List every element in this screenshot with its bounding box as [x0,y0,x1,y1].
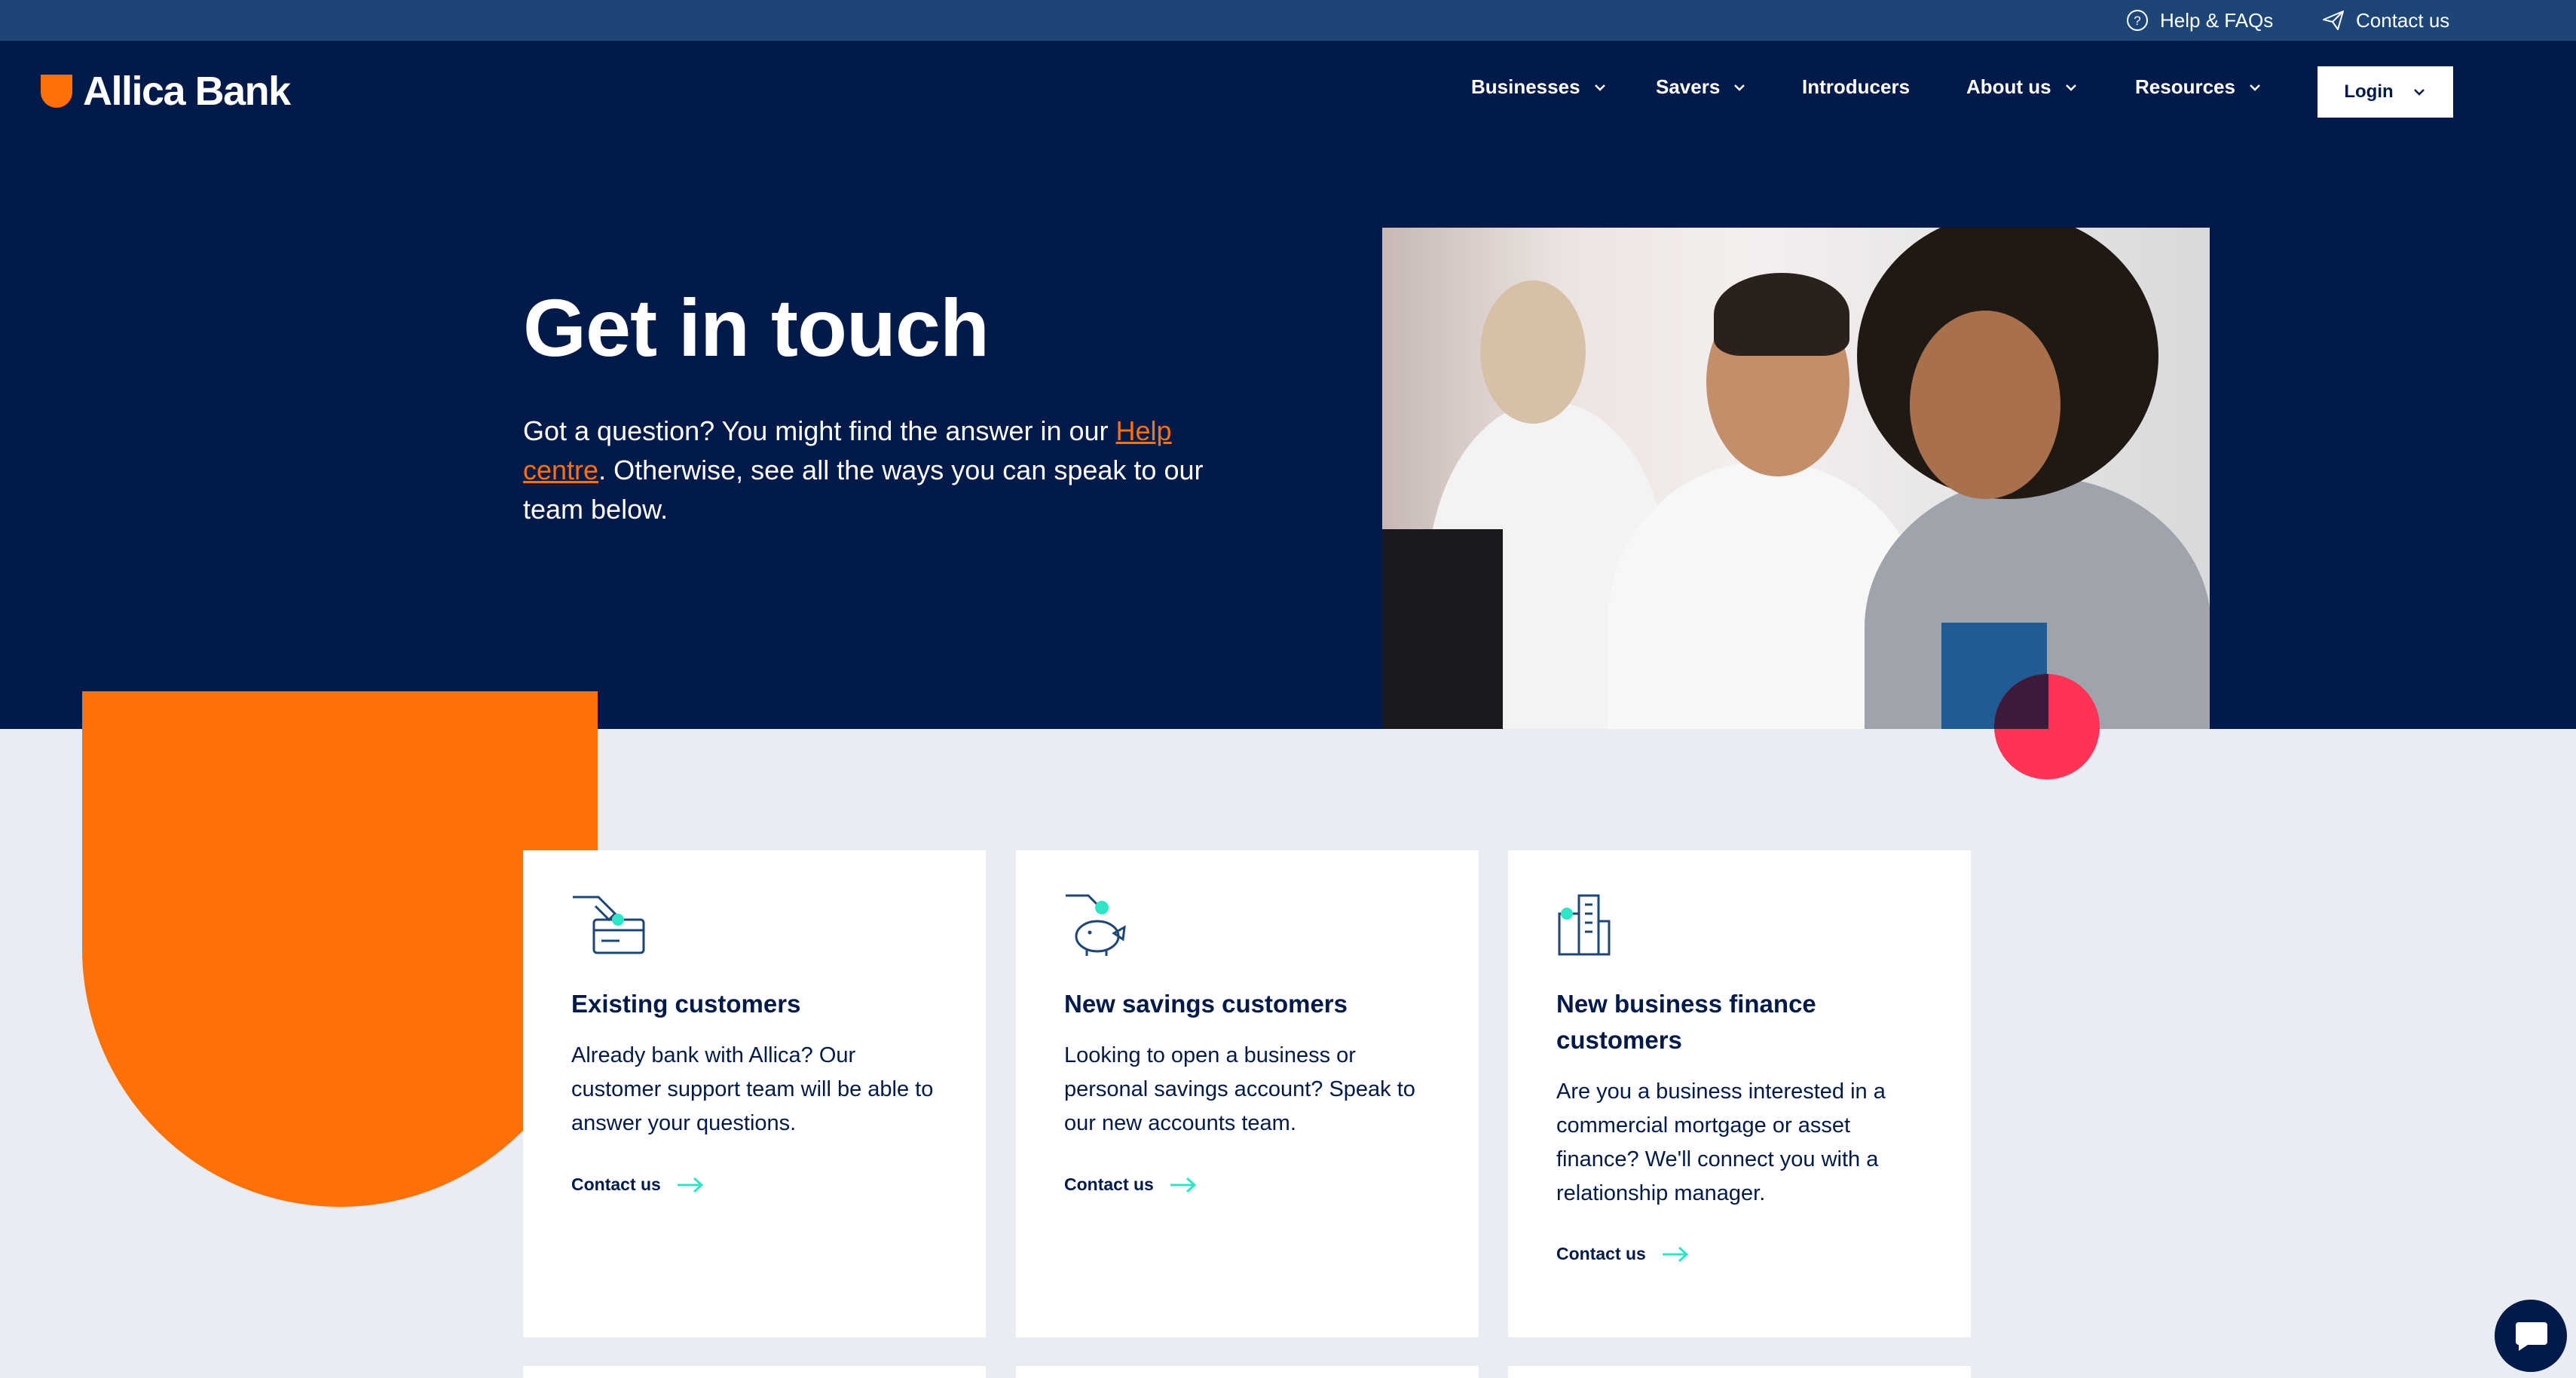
shield-logo-icon [41,75,72,108]
decorative-pink-circle [1994,674,2100,779]
paper-plane-icon [2323,11,2344,30]
card-description: Are you a business interested in a comme… [1556,1079,1886,1205]
contact-us-label: Contact us [1556,1244,1646,1263]
card-title: Existing customers [571,990,801,1018]
contact-us-label: Contact us [571,1174,661,1194]
card-description: Already bank with Allica? Our customer s… [571,1043,934,1135]
chat-button[interactable] [2495,1300,2567,1372]
chevron-down-icon [1594,84,1605,91]
contact-us-label: Contact us [1064,1174,1154,1194]
contact-us-link[interactable]: Contact us [1556,1244,1690,1264]
page-title: Get in touch [523,282,990,373]
card-next-row [523,1366,986,1378]
contact-us-top-link[interactable]: Contact us [2321,0,2449,41]
decorative-orange-shape [82,691,598,1207]
chat-bubble-icon [2516,1322,2547,1351]
nav-resources[interactable]: Resources [2135,75,2262,99]
chevron-down-icon [2065,84,2076,91]
card-next-row [1508,1366,1971,1378]
help-faqs-label: Help & FAQs [2160,8,2274,32]
help-faqs-link[interactable]: ? Help & FAQs [2125,0,2273,41]
question-circle-icon: ? [2127,10,2148,31]
card-next-row [1016,1366,1479,1378]
login-button[interactable]: Login [2317,66,2453,118]
svg-text:?: ? [2134,14,2140,28]
main-header: Allica Bank Businesses Savers Introducer… [0,41,2576,139]
office-building-icon [1558,894,1611,956]
card-existing-customers: Existing customers Already bank with All… [523,850,986,1337]
arrow-right-icon [677,1177,704,1193]
support-team-photo [1382,228,2210,729]
card-new-savings-customers: New savings customers Looking to open a … [1016,850,1479,1337]
card-title: New business finance customers [1556,990,1816,1054]
hero-intro: Got a question? You might find the answe… [523,412,1224,529]
brand-name: Allica Bank [83,69,291,114]
card-description: Looking to open a business or personal s… [1064,1043,1415,1135]
hero-intro-text-end: . Otherwise, see all the ways you can sp… [523,455,1204,525]
contact-us-link[interactable]: Contact us [571,1174,705,1195]
arrow-right-icon [1662,1246,1689,1262]
photo-person-middle-hair [1714,273,1849,356]
nav-resources-label: Resources [2135,75,2235,98]
nav-about-label: About us [1966,75,2051,98]
card-payment-icon [573,896,645,954]
nav-savers-label: Savers [1656,75,1721,98]
photo-person-front-head [1910,311,2060,499]
nav-about-us[interactable]: About us [1966,75,2079,99]
chevron-down-icon [1734,84,1745,91]
chevron-down-icon [2413,89,2425,96]
login-label: Login [2344,81,2394,102]
nav-introducers-label: Introducers [1802,75,1911,98]
arrow-right-icon [1170,1177,1197,1193]
allica-logo[interactable]: Allica Bank [41,68,291,115]
nav-businesses-label: Businesses [1471,75,1580,98]
hero-intro-text: Got a question? You might find the answe… [523,415,1116,446]
utility-bar: ? Help & FAQs Contact us [0,0,2576,41]
nav-businesses[interactable]: Businesses [1471,75,1608,99]
contact-us-link[interactable]: Contact us [1064,1174,1198,1195]
nav-introducers[interactable]: Introducers [1802,75,1910,99]
photo-person-background-head [1480,280,1586,424]
decorative-overlap [1994,674,2048,729]
card-new-business-finance-customers: New business finance customers Are you a… [1508,850,1971,1337]
photo-monitor [1382,529,1503,729]
nav-savers[interactable]: Savers [1656,75,1747,99]
contact-us-top-label: Contact us [2356,8,2450,32]
card-title: New savings customers [1064,990,1348,1018]
piggy-bank-icon [1066,894,1126,956]
chevron-down-icon [2250,84,2260,91]
